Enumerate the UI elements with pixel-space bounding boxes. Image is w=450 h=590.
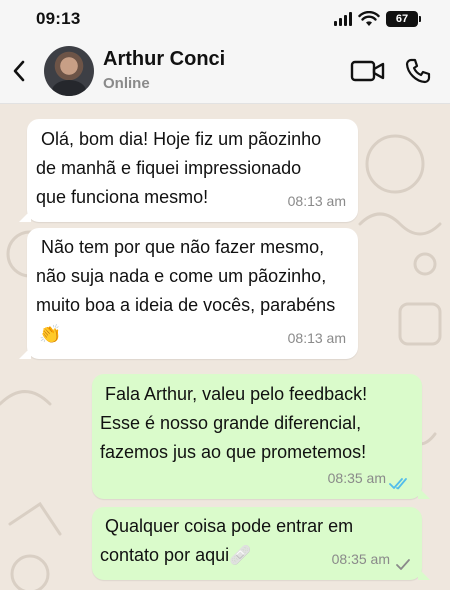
chat-header: Arthur Conci Online <box>0 38 450 104</box>
contact-status: Online <box>103 75 150 92</box>
message-time: 08:13 am <box>287 193 346 209</box>
avatar[interactable] <box>44 45 94 96</box>
double-check-read-icon <box>389 478 407 490</box>
contact-name: Arthur Conci <box>103 48 226 70</box>
message-text: Fala Arthur, valeu pelo feedback! Esse é… <box>100 384 368 462</box>
clapping-hands-emoji: 👏 <box>39 324 62 344</box>
back-button[interactable] <box>0 38 38 104</box>
message-time: 08:35 am <box>331 551 390 567</box>
status-icons: 67 <box>334 11 421 27</box>
message-time: 08:35 am <box>327 470 386 486</box>
bandage-emoji: 🩹 <box>229 545 252 565</box>
bubble-tail <box>19 210 31 222</box>
battery-level: 67 <box>395 13 409 25</box>
message-time: 08:13 am <box>287 330 346 346</box>
video-call-icon <box>350 60 385 82</box>
chat-area[interactable]: Olá, bom dia! Hoje fiz um pãozinho de ma… <box>0 104 450 590</box>
message-text-content: Qualquer coisa pode entrar em contato po… <box>100 516 354 565</box>
bubble-tail <box>418 487 430 499</box>
message-bubble-incoming[interactable]: Não tem por que não fazer mesmo, não suj… <box>19 228 358 359</box>
phone-call-button[interactable] <box>404 57 432 85</box>
contact-info[interactable]: Arthur Conci Online <box>103 47 225 94</box>
chevron-left-icon <box>13 60 25 81</box>
wifi-icon <box>358 11 380 26</box>
bubble-tail <box>19 347 31 359</box>
phone-icon <box>405 58 431 84</box>
status-time: 09:13 <box>36 9 81 28</box>
message-text: Olá, bom dia! Hoje fiz um pãozinho de ma… <box>36 129 322 207</box>
message-bubble-outgoing[interactable]: Fala Arthur, valeu pelo feedback! Esse é… <box>92 374 430 499</box>
header-actions <box>350 38 431 104</box>
signal-icon <box>334 12 352 26</box>
single-check-sent-icon <box>396 559 410 570</box>
message-bubble-outgoing[interactable]: Qualquer coisa pode entrar em contato po… <box>92 507 430 580</box>
battery-icon: 67 <box>386 11 421 27</box>
message-bubble-incoming[interactable]: Olá, bom dia! Hoje fiz um pãozinho de ma… <box>19 119 358 222</box>
bubble-tail <box>418 568 430 580</box>
message-text: Não tem por que não fazer mesmo, não suj… <box>36 237 336 315</box>
message-text: Qualquer coisa pode entrar em contato po… <box>100 512 353 570</box>
status-bar: 09:13 67 <box>0 0 450 38</box>
video-call-button[interactable] <box>350 59 386 83</box>
